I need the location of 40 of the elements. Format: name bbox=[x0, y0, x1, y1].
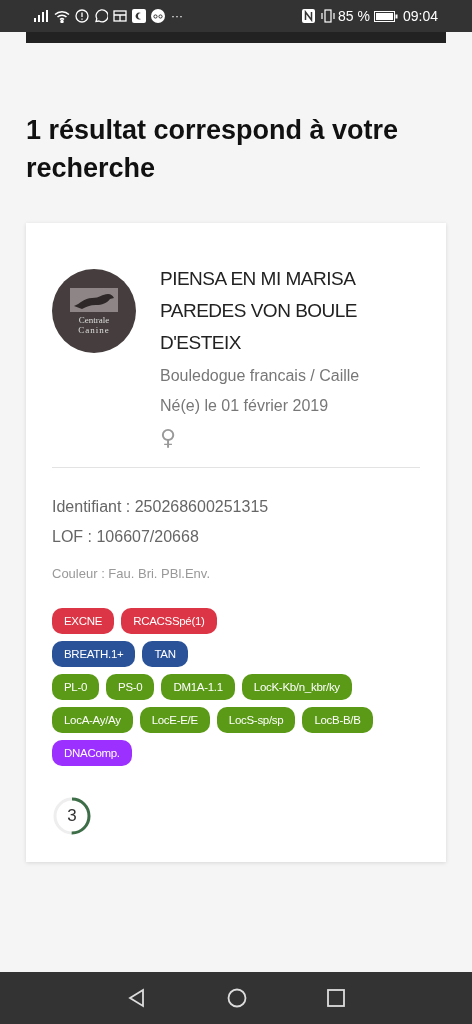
logo-text: Canine bbox=[78, 324, 110, 335]
birth-date: Né(e) le 01 février 2019 bbox=[160, 396, 330, 416]
breed: Bouledogue francais / Caille bbox=[160, 366, 361, 386]
tag: LocA-Ay/Ay bbox=[52, 706, 133, 733]
tag: TAN bbox=[142, 640, 188, 667]
tag: DNAComp. bbox=[52, 739, 132, 766]
coat-color: Couleur : Fau. Bri. PBl.Env. bbox=[52, 565, 211, 583]
clock: 09:04 bbox=[402, 6, 438, 26]
battery-percentage: 85 % bbox=[338, 6, 370, 26]
identifier: Identifiant : 250268600251315 bbox=[52, 497, 270, 517]
dog-name: PIENSA EN MI MARISA PAREDES VON BOULE D'ESTEIX bbox=[160, 267, 359, 355]
nfc-icon bbox=[302, 9, 316, 23]
results-heading: 1 résultat correspond à votre recherche bbox=[26, 114, 400, 185]
logo-text: Centrale bbox=[78, 314, 110, 325]
tag: RCACSSpé(1) bbox=[121, 607, 217, 634]
tag: PL-0 bbox=[52, 673, 100, 700]
tag: PS-0 bbox=[106, 673, 155, 700]
lof-number: LOF : 106607/20668 bbox=[52, 527, 200, 547]
moon-icon bbox=[132, 9, 146, 23]
tag: LocB-B/B bbox=[302, 706, 373, 733]
recents-icon[interactable] bbox=[327, 989, 345, 1007]
more-notifications: ··· bbox=[171, 8, 183, 25]
home-icon[interactable] bbox=[227, 988, 247, 1008]
tag: EXCNE bbox=[52, 607, 115, 634]
battery-icon bbox=[373, 10, 398, 22]
window-icon bbox=[113, 10, 127, 22]
wifi-icon bbox=[54, 9, 70, 23]
tag: LocS-sp/sp bbox=[216, 706, 296, 733]
tag: BREATH.1+ bbox=[52, 640, 136, 667]
alert-icon bbox=[75, 9, 89, 23]
signal-icon bbox=[34, 10, 48, 22]
voicemail-icon bbox=[151, 9, 165, 23]
tag: DM1A-1.1 bbox=[161, 673, 235, 700]
tag: LocK-Kb/n_kbr/ky bbox=[241, 673, 352, 700]
score-value: 3 bbox=[67, 804, 77, 827]
vibrate-icon bbox=[320, 9, 337, 23]
tag: LocE-E/E bbox=[139, 706, 210, 733]
back-icon[interactable] bbox=[127, 988, 147, 1008]
female-symbol: ♀ bbox=[160, 424, 178, 452]
chat-icon bbox=[94, 9, 108, 23]
